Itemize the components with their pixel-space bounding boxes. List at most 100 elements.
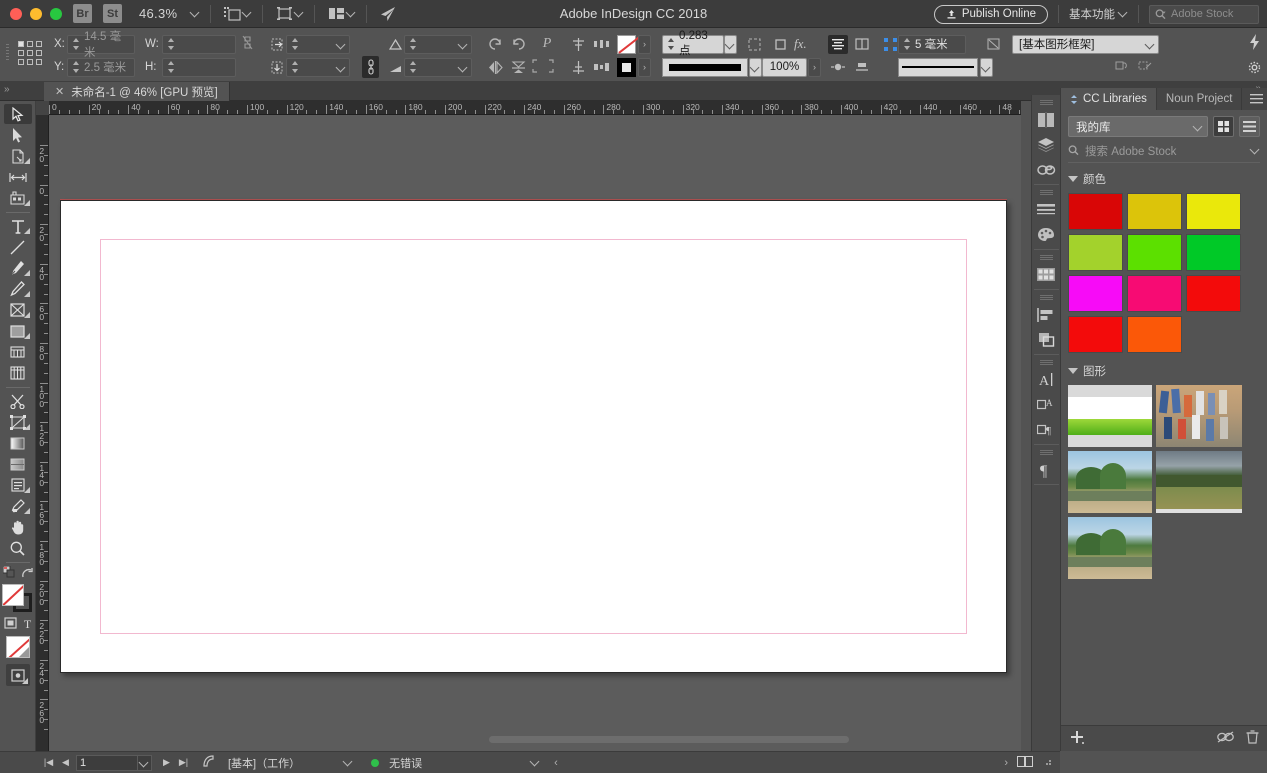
document-tab[interactable]: ✕ 未命名-1 @ 46% [GPU 预览]	[44, 82, 230, 101]
list-item[interactable]	[1156, 451, 1242, 513]
align-bottom-text-icon[interactable]	[852, 58, 872, 77]
swap-fill-stroke-icon[interactable]	[2, 565, 16, 582]
shear-stepper[interactable]	[409, 60, 418, 74]
page-number-input[interactable]: 1	[76, 754, 138, 771]
h-stepper[interactable]	[167, 60, 176, 74]
rail-grip[interactable]	[1039, 190, 1053, 195]
eyedropper-tool[interactable]	[4, 496, 32, 516]
direct-selection-tool[interactable]	[4, 125, 32, 145]
gradient-dropdown[interactable]	[980, 57, 993, 77]
workspace-label[interactable]: 基本功能	[1069, 6, 1115, 22]
color-panel-icon[interactable]	[1034, 222, 1059, 247]
section-header-graphics[interactable]: 图形	[1068, 363, 1260, 379]
content-collector-tool[interactable]	[4, 188, 32, 208]
y-field[interactable]: 2.5 毫米	[67, 57, 135, 77]
next-page-button[interactable]: ▶	[160, 755, 173, 771]
master-page-icon[interactable]	[202, 754, 216, 771]
gradient-feather-tool[interactable]	[4, 454, 32, 474]
rotate-cw-icon[interactable]	[485, 35, 505, 54]
distribute-vertical-icon[interactable]	[591, 58, 611, 77]
zoom-dropdown-chevron[interactable]	[191, 8, 200, 20]
horizontal-align-dropdown[interactable]	[286, 57, 350, 77]
pen-tool[interactable]	[4, 258, 32, 278]
horizontal-align-stepper[interactable]	[291, 60, 300, 74]
tab-noun-project[interactable]: Noun Project	[1157, 88, 1243, 110]
color-swatch[interactable]	[1127, 193, 1182, 230]
page-tool[interactable]	[4, 146, 32, 166]
align-bottom-icon[interactable]	[568, 58, 588, 77]
constrain-proportions-icon[interactable]	[240, 35, 254, 53]
maximize-window-button[interactable]	[50, 7, 62, 20]
master-page-chevron[interactable]	[344, 757, 353, 769]
rotation-angle-dropdown[interactable]	[404, 34, 472, 54]
corner-radius-stepper[interactable]	[903, 37, 912, 51]
vertical-align-stepper[interactable]	[291, 37, 300, 51]
page-number-control[interactable]: 1	[76, 754, 152, 771]
preflight-chevron[interactable]	[531, 757, 540, 769]
delete-icon[interactable]	[1246, 730, 1259, 747]
color-swatch[interactable]	[1127, 316, 1182, 353]
rail-grip[interactable]	[1039, 100, 1053, 105]
tab-cc-libraries[interactable]: CC Libraries	[1061, 88, 1157, 110]
normal-view-mode-tool[interactable]	[5, 664, 30, 686]
view-options-icon[interactable]	[273, 4, 295, 24]
ruler-origin-corner[interactable]	[36, 101, 49, 115]
color-swatch[interactable]	[1186, 275, 1241, 312]
stroke-color-menu[interactable]: ›	[638, 57, 651, 77]
align-vertical-icon[interactable]	[268, 58, 288, 77]
h-field[interactable]	[162, 57, 236, 77]
vertical-align-dropdown[interactable]	[286, 34, 350, 54]
frame-fitting-icon[interactable]	[770, 35, 790, 54]
zoom-level-value[interactable]: 46.3%	[139, 6, 177, 21]
rail-grip[interactable]	[1039, 450, 1053, 455]
object-style-icon[interactable]	[984, 35, 1004, 54]
align-top-icon[interactable]	[568, 35, 588, 54]
workspace-chevron[interactable]	[1119, 8, 1128, 20]
publish-online-button[interactable]: Publish Online	[933, 4, 1048, 24]
spread-view-icon[interactable]	[1017, 755, 1033, 770]
columns-icon[interactable]	[852, 35, 872, 54]
horizontal-ruler[interactable]: 0 20 40 60 80 100 120 140 160 180 200 220 240 260 280 3…	[36, 101, 1021, 115]
color-swatch[interactable]	[1068, 193, 1123, 230]
collapse-left-panel-icon[interactable]: »	[4, 84, 10, 95]
list-item[interactable]	[1068, 517, 1152, 579]
corner-options-icon[interactable]	[880, 35, 900, 54]
x-stepper[interactable]	[72, 37, 81, 51]
paragraph-panel-icon[interactable]: ¶	[1034, 457, 1059, 482]
zoom-tool[interactable]	[4, 538, 32, 558]
stroke-color-swatch[interactable]	[617, 57, 636, 77]
selection-tool[interactable]	[3, 104, 32, 124]
align-panel-icon[interactable]	[1034, 302, 1059, 327]
distribute-horizontal-icon[interactable]	[591, 35, 611, 54]
y-stepper[interactable]	[72, 60, 81, 74]
frame-tool[interactable]	[4, 300, 32, 320]
share-plane-icon[interactable]	[377, 4, 399, 24]
fill-color-menu[interactable]: ›	[638, 34, 651, 54]
flip-vertical-icon[interactable]	[508, 58, 528, 77]
cc-libraries-panel-icon[interactable]	[1034, 262, 1059, 287]
stock-icon[interactable]: St	[103, 4, 122, 23]
fill-swatch[interactable]	[1, 584, 24, 606]
align-horizontal-icon[interactable]	[268, 35, 288, 54]
layers-panel-icon[interactable]	[1034, 132, 1059, 157]
color-swatch[interactable]	[1068, 275, 1123, 312]
first-page-button[interactable]: |◀	[42, 755, 55, 771]
list-item[interactable]	[1068, 385, 1152, 447]
pencil-tool[interactable]	[4, 279, 32, 299]
color-swatch[interactable]	[1068, 234, 1123, 271]
stroke-panel-icon[interactable]	[1034, 197, 1059, 222]
list-item[interactable]	[1068, 451, 1152, 513]
vertical-ruler[interactable]: 20020406080100120140160180200220240260	[36, 115, 49, 751]
rotation-stepper[interactable]	[409, 37, 418, 51]
links-panel-icon[interactable]	[1034, 157, 1059, 182]
status-expand-arrow[interactable]: ‹	[554, 757, 558, 769]
shear-angle-dropdown[interactable]	[404, 57, 472, 77]
grid-view-button[interactable]	[1213, 116, 1234, 137]
screen-mode-icon[interactable]	[221, 4, 243, 24]
apply-color-swatch[interactable]	[5, 636, 30, 658]
formatting-affects-text-icon[interactable]: T	[24, 617, 31, 632]
arrange-documents-icon[interactable]	[325, 4, 347, 24]
free-transform-tool[interactable]	[4, 342, 32, 362]
default-fill-stroke-icon[interactable]	[21, 567, 33, 582]
gap-tool[interactable]	[4, 167, 32, 187]
